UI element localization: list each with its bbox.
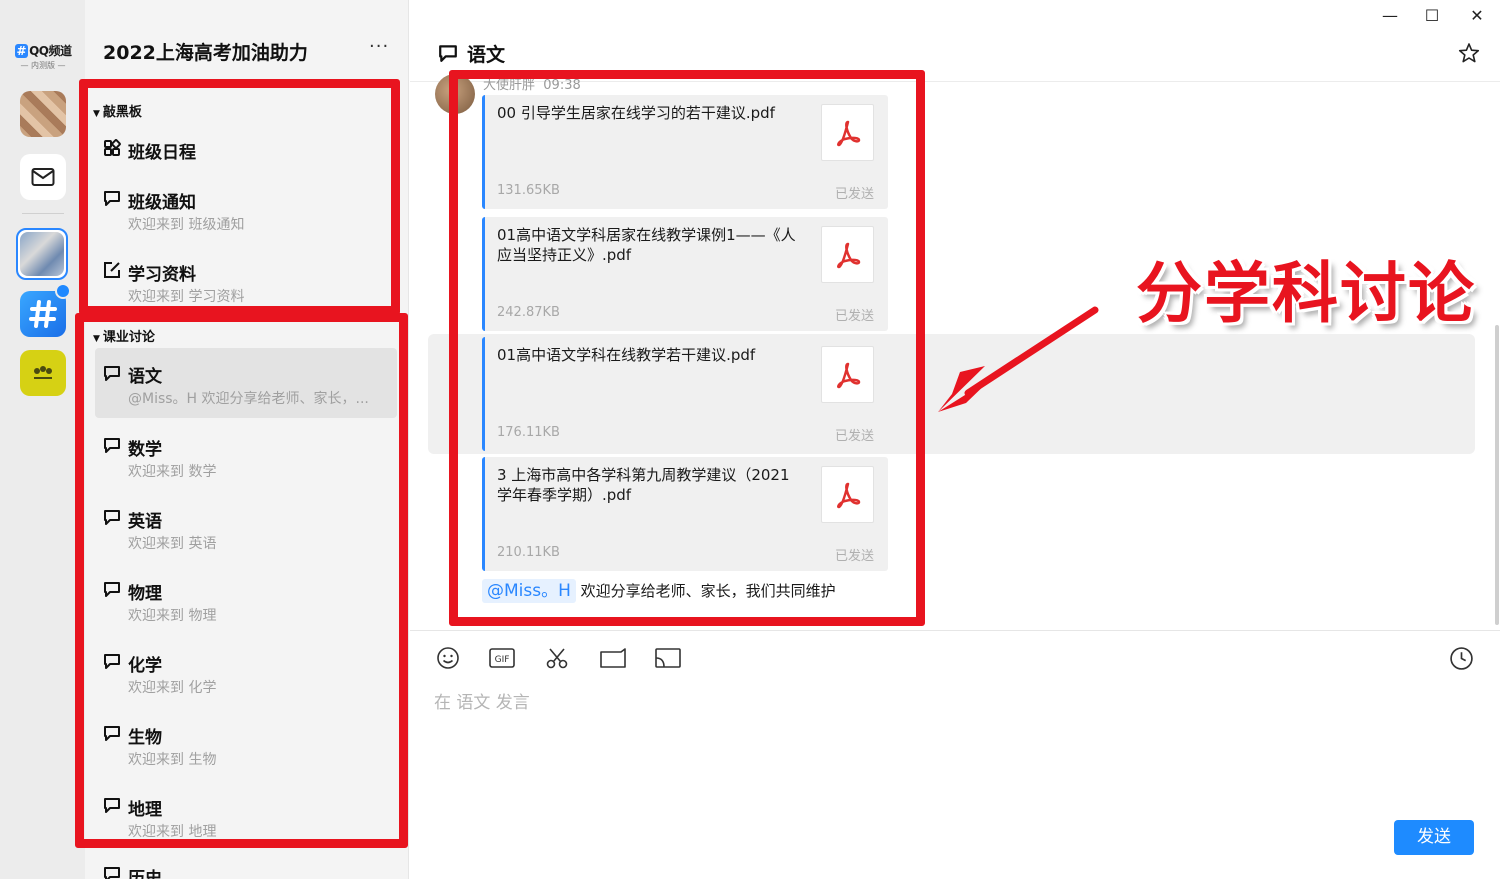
minimize-button[interactable]: — [1380,6,1400,25]
channel-name: 历史 [128,869,162,879]
maximize-button[interactable]: ☐ [1422,6,1442,25]
screen-share-icon[interactable] [654,646,682,670]
guild-avatar-yellow[interactable] [20,350,66,396]
annotation-box-blackboard [79,79,400,315]
chat-scrollbar[interactable] [1495,325,1499,625]
guild-rail: # QQ频道 — 内测版 — [0,0,85,879]
mail-icon [31,168,55,186]
notification-dot [55,283,71,299]
svg-text:GIF: GIF [495,655,510,665]
composer-divider [410,630,1500,631]
guild-avatar-current[interactable] [16,228,68,280]
scissors-icon[interactable] [545,646,569,670]
channel-item-history[interactable]: 历史 [95,858,397,879]
guild-title: 2022上海高考加油助力 [103,42,308,64]
annotation-arrow-icon [938,306,1099,412]
gif-icon[interactable]: GIF [489,646,515,670]
close-button[interactable]: ✕ [1467,6,1487,25]
annotation-box-coursework [75,313,408,848]
hash-icon [29,300,57,328]
logo-hash: # [14,44,29,58]
message-input[interactable]: 在 语文 发言 [434,688,530,713]
folder-icon[interactable] [599,646,627,670]
chat-title: 语文 [467,44,506,66]
emoji-icon[interactable] [436,646,460,670]
chat-bubble-icon [104,867,120,879]
guild-logo-icon [34,366,52,379]
guild-more-button[interactable]: ··· [369,36,389,57]
annotation-box-chat [449,70,925,626]
rail-divider [22,213,64,214]
app-logo: # QQ频道 — 内测版 — [12,42,74,71]
annotation-label: 分学科讨论 [1136,255,1476,332]
send-button[interactable]: 发送 [1394,820,1474,855]
mail-button[interactable] [20,154,66,200]
chat-bubble-icon [439,45,457,62]
logo-text: QQ频道 [29,44,72,58]
user-avatar[interactable] [20,91,66,137]
star-icon[interactable] [1458,42,1480,64]
logo-subtitle: — 内测版 — [20,61,66,70]
clock-icon[interactable] [1449,646,1474,671]
